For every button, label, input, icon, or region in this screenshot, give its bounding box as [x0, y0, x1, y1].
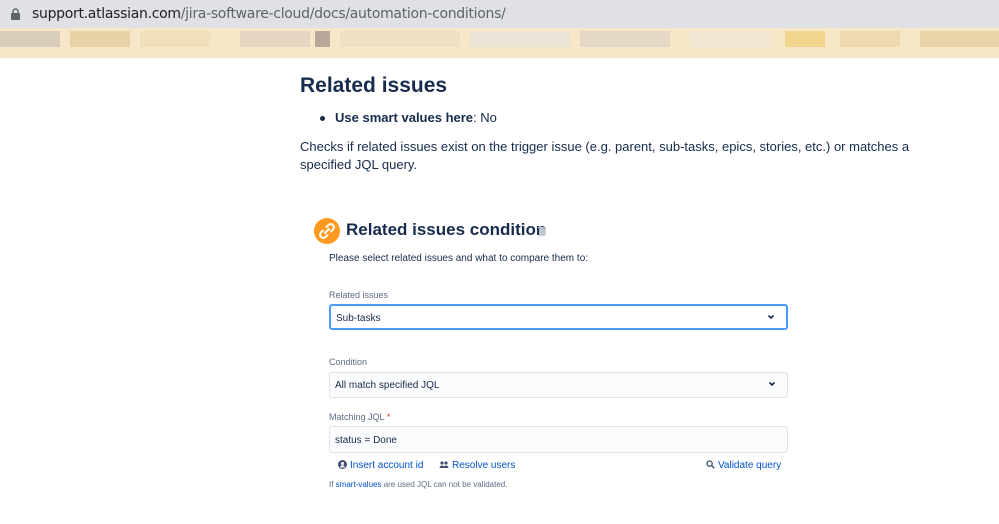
insert-account-id-link[interactable]: Insert account id [338, 460, 423, 471]
validate-query-link[interactable]: Validate query [706, 460, 781, 471]
footnote-prefix: If [329, 480, 336, 489]
condition-select[interactable]: All match specified JQL [329, 372, 788, 398]
matching-jql-label: Matching JQL * [329, 412, 390, 422]
related-issues-value: Sub-tasks [336, 313, 381, 324]
blurred-bookmarks-bar [0, 28, 999, 58]
link-chain-icon [314, 218, 340, 244]
condition-subtitle: Please select related issues and what to… [329, 253, 589, 264]
matching-jql-input[interactable]: status = Done [329, 426, 788, 453]
trash-icon[interactable] [538, 226, 546, 236]
users-icon [439, 461, 449, 468]
validate-query-text: Validate query [718, 460, 782, 471]
resolve-users-text: Resolve users [452, 460, 516, 471]
url-domain: support.atlassian.com [32, 6, 181, 22]
search-icon [706, 460, 715, 469]
bullet-bold-label: Use smart values here [335, 110, 474, 125]
condition-title: Related issues condition [346, 220, 547, 239]
section-heading: Related issues [300, 74, 448, 97]
related-issues-select[interactable]: Sub-tasks [329, 304, 788, 330]
chevron-down-icon [767, 314, 775, 320]
matching-jql-value: status = Done [335, 435, 397, 446]
smart-values-link[interactable]: smart-values [336, 480, 382, 489]
browser-address-bar[interactable]: support.atlassian.com/jira-software-clou… [0, 0, 999, 28]
related-issues-label: Related issues [329, 290, 389, 300]
footnote-suffix: are used JQL can not be validated. [381, 480, 508, 489]
description-paragraph: Checks if related issues exist on the tr… [300, 139, 910, 172]
condition-label: Condition [329, 357, 368, 367]
matching-jql-label-text: Matching JQL [329, 412, 385, 422]
condition-value: All match specified JQL [335, 380, 440, 391]
insert-account-id-text: Insert account id [350, 460, 424, 471]
url-text[interactable]: support.atlassian.com/jira-software-clou… [32, 6, 506, 22]
resolve-users-link[interactable]: Resolve users [439, 460, 515, 471]
user-circle-icon [338, 460, 347, 469]
bullet-text: Use smart values here: No [335, 110, 497, 125]
validation-footnote: If smart-values are used JQL can not be … [329, 480, 507, 489]
url-path: /jira-software-cloud/docs/automation-con… [180, 6, 506, 22]
bullet-value: : No [473, 110, 497, 125]
bullet-dot [320, 116, 325, 121]
lock-icon [11, 8, 20, 20]
required-asterisk: * [386, 412, 391, 422]
chevron-down-icon [768, 381, 776, 387]
